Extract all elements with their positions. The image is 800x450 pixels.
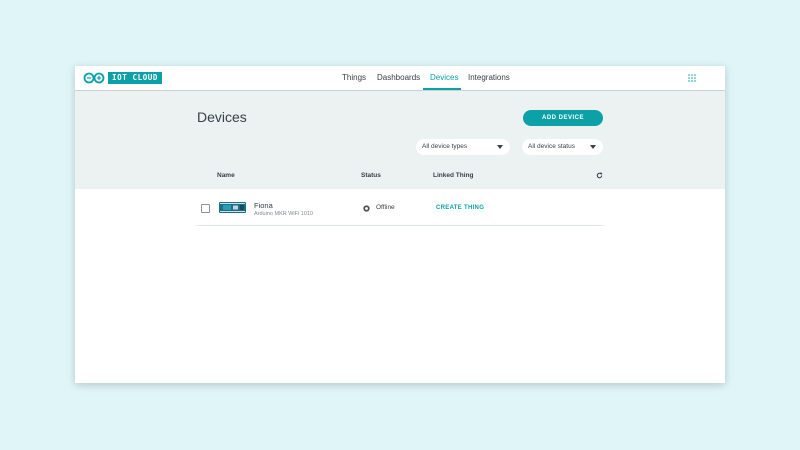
column-header-name[interactable]: Name xyxy=(217,172,235,179)
nav-active-indicator xyxy=(423,88,461,90)
device-status: Offline xyxy=(376,204,395,211)
arduino-board-icon xyxy=(219,202,246,213)
device-name[interactable]: Fiona xyxy=(254,201,273,210)
main-nav: Things Dashboards Devices Integrations xyxy=(75,66,725,90)
offline-status-icon xyxy=(363,205,370,212)
column-header-linked-thing[interactable]: Linked Thing xyxy=(433,172,473,179)
row-select-checkbox[interactable] xyxy=(201,204,210,213)
nav-item-dashboards[interactable]: Dashboards xyxy=(377,73,420,82)
table-row[interactable]: Fiona Arduino MKR WiFi 1010 Offline CREA… xyxy=(197,190,603,226)
nav-item-things[interactable]: Things xyxy=(342,73,366,82)
column-header-status[interactable]: Status xyxy=(361,172,381,179)
refresh-icon[interactable] xyxy=(596,172,603,179)
device-type-filter-value: All device types xyxy=(422,143,468,150)
device-type-filter[interactable]: All device types xyxy=(416,139,510,155)
nav-item-devices[interactable]: Devices xyxy=(430,73,458,82)
top-navigation-bar: IOT CLOUD Things Dashboards Devices Inte… xyxy=(75,66,725,91)
page-header-band xyxy=(75,91,725,189)
page-title: Devices xyxy=(197,109,247,125)
device-status-filter-value: All device status xyxy=(528,143,575,150)
app-window: IOT CLOUD Things Dashboards Devices Inte… xyxy=(75,66,725,383)
chevron-down-icon xyxy=(497,145,503,149)
add-device-button[interactable]: ADD DEVICE xyxy=(523,110,603,126)
device-type: Arduino MKR WiFi 1010 xyxy=(254,211,313,217)
nav-item-integrations[interactable]: Integrations xyxy=(468,73,510,82)
grid-apps-icon[interactable] xyxy=(688,74,696,82)
create-thing-link[interactable]: CREATE THING xyxy=(436,205,484,211)
chevron-down-icon xyxy=(590,145,596,149)
device-status-filter[interactable]: All device status xyxy=(522,139,603,155)
